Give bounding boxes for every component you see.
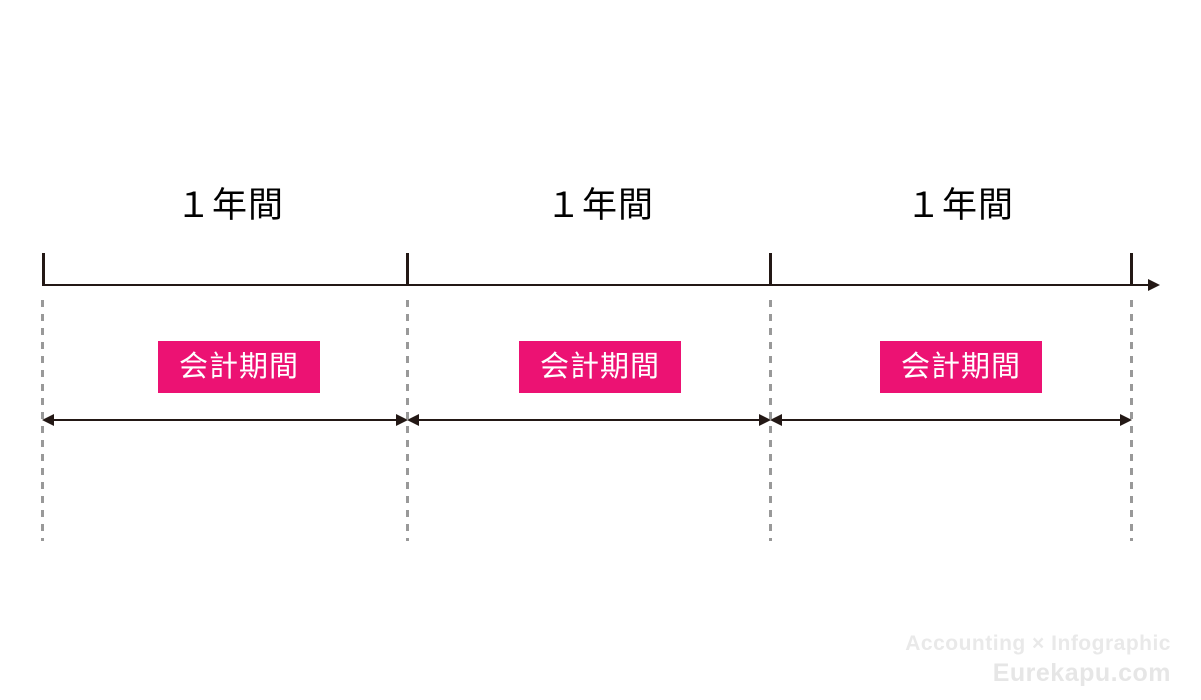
arrow-shaft bbox=[53, 419, 397, 421]
accounting-period-chip-1: 会計期間 bbox=[158, 341, 320, 393]
axis-tick-2 bbox=[406, 253, 409, 286]
period-span-arrow-2 bbox=[407, 414, 771, 426]
arrow-shaft bbox=[418, 419, 760, 421]
period-span-arrow-3 bbox=[770, 414, 1132, 426]
axis-tick-4 bbox=[1130, 253, 1133, 286]
period-span-arrow-1 bbox=[42, 414, 408, 426]
arrow-shaft bbox=[781, 419, 1121, 421]
arrow-head-right-icon bbox=[1120, 414, 1132, 426]
period-label-3: １年間 bbox=[905, 186, 1014, 225]
watermark-site: Eurekapu.com bbox=[992, 659, 1171, 687]
watermark-tagline: Accounting × Infographic bbox=[905, 632, 1171, 655]
axis-tick-1 bbox=[42, 253, 45, 286]
timeline-axis bbox=[42, 284, 1152, 286]
period-label-1: １年間 bbox=[175, 186, 284, 225]
axis-tick-3 bbox=[769, 253, 772, 286]
diagram-canvas: １年間 １年間 １年間 会計期間 会計期間 会計期間 Accounting × … bbox=[0, 0, 1201, 700]
timeline-arrow-icon bbox=[1148, 279, 1160, 291]
accounting-period-chip-2: 会計期間 bbox=[519, 341, 681, 393]
accounting-period-chip-3: 会計期間 bbox=[880, 341, 1042, 393]
watermark: Accounting × Infographic Eurekapu.com bbox=[905, 630, 1171, 688]
period-label-2: １年間 bbox=[545, 186, 654, 225]
